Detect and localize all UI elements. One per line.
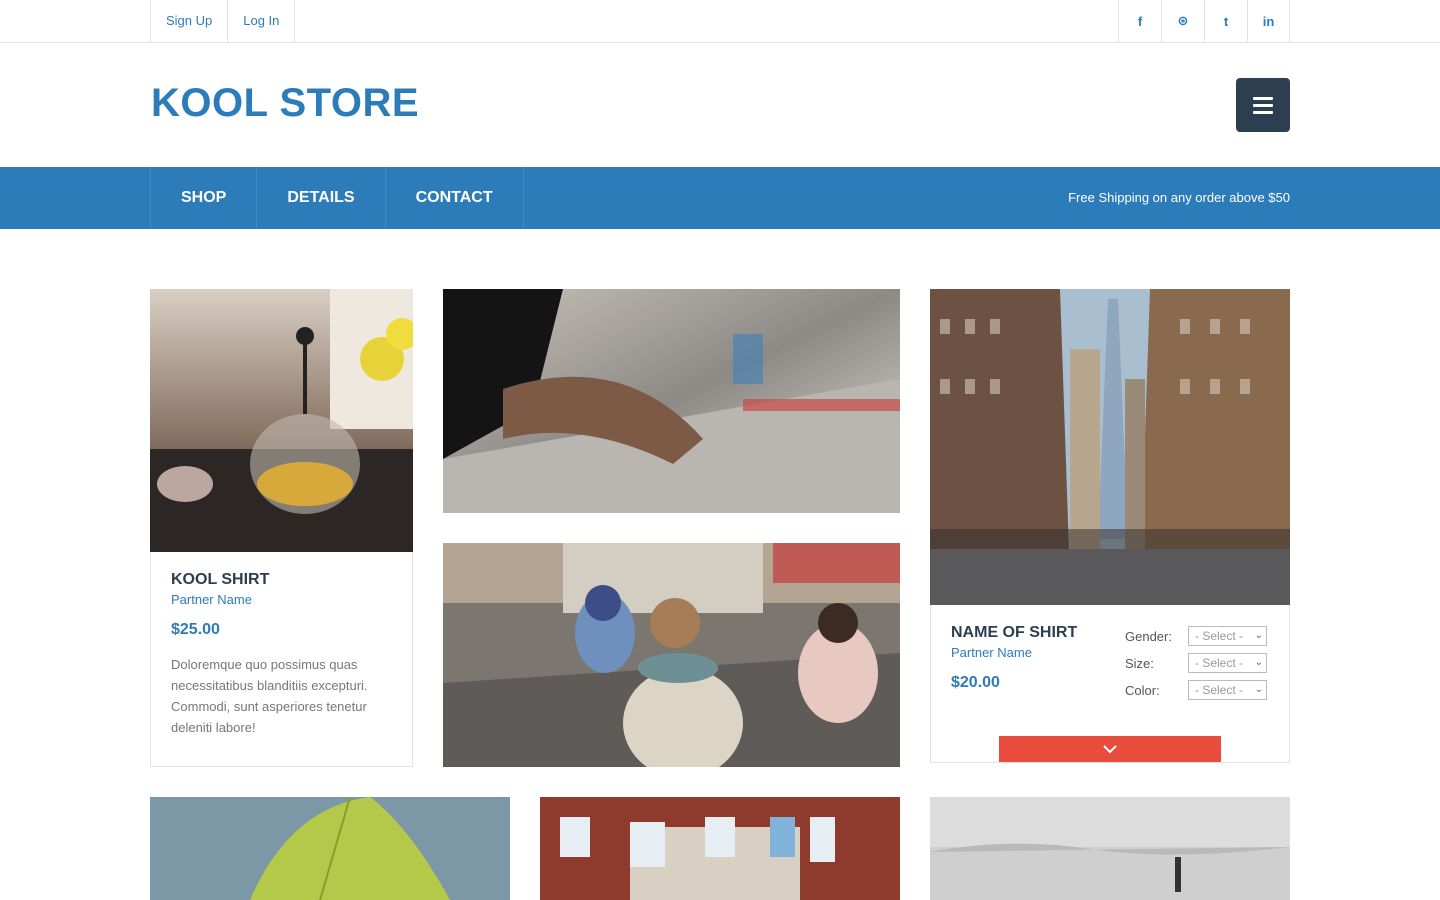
gallery-image-street[interactable] — [443, 543, 900, 767]
top-bar: Sign Up Log In f ⊛ t in — [0, 0, 1440, 43]
gender-label: Gender: — [1125, 629, 1172, 644]
partner-name[interactable]: Partner Name — [951, 645, 1032, 660]
social-links: f ⊛ t in — [1118, 0, 1290, 42]
gallery-image-laundry[interactable] — [540, 797, 900, 900]
gallery-image-leaf[interactable] — [150, 797, 510, 900]
account-links: Sign Up Log In — [150, 0, 296, 42]
expand-product-button[interactable] — [999, 736, 1221, 762]
product-name[interactable]: KOOL SHIRT — [171, 571, 269, 589]
chevron-down-icon — [1103, 744, 1117, 753]
gallery-image-sea[interactable] — [930, 797, 1290, 900]
twitter-icon[interactable]: t — [1204, 0, 1247, 42]
sign-up-link[interactable]: Sign Up — [150, 0, 227, 42]
product-price: $25.00 — [171, 621, 220, 638]
site-header: KOOL STORE — [0, 43, 1440, 167]
dribbble-icon[interactable]: ⊛ — [1161, 0, 1204, 42]
color-label: Color: — [1125, 683, 1160, 698]
main-nav: SHOP DETAILS CONTACT Free Shipping on an… — [0, 167, 1440, 229]
product-name[interactable]: NAME OF SHIRT — [951, 624, 1077, 642]
hamburger-menu-button[interactable] — [1236, 78, 1290, 132]
color-select[interactable]: - Select - ⌄ — [1188, 680, 1267, 700]
chevron-down-icon: ⌄ — [1254, 657, 1263, 668]
product-description: Doloremque quo possimus quas necessitati… — [171, 657, 368, 735]
size-label: Size: — [1125, 656, 1154, 671]
nav-contact[interactable]: CONTACT — [384, 167, 524, 229]
size-select[interactable]: - Select - ⌄ — [1188, 653, 1267, 673]
hamburger-icon — [1253, 96, 1273, 100]
shipping-notice: Free Shipping on any order above $50 — [1068, 190, 1290, 205]
partner-name[interactable]: Partner Name — [171, 592, 252, 607]
linkedin-icon[interactable]: in — [1247, 0, 1290, 42]
facebook-icon[interactable]: f — [1118, 0, 1161, 42]
store-logo[interactable]: KOOL STORE — [151, 81, 419, 126]
product-price: $20.00 — [951, 674, 1000, 691]
gender-select[interactable]: - Select - ⌄ — [1188, 626, 1267, 646]
gallery-image-mixer[interactable] — [443, 289, 900, 513]
log-in-link[interactable]: Log In — [227, 0, 296, 42]
product-image-city[interactable] — [930, 289, 1290, 605]
chevron-down-icon: ⌄ — [1254, 684, 1263, 695]
nav-details[interactable]: DETAILS — [256, 167, 384, 229]
nav-shop[interactable]: SHOP — [150, 167, 256, 229]
product-image-teapot[interactable] — [150, 289, 413, 552]
chevron-down-icon: ⌄ — [1254, 630, 1263, 641]
